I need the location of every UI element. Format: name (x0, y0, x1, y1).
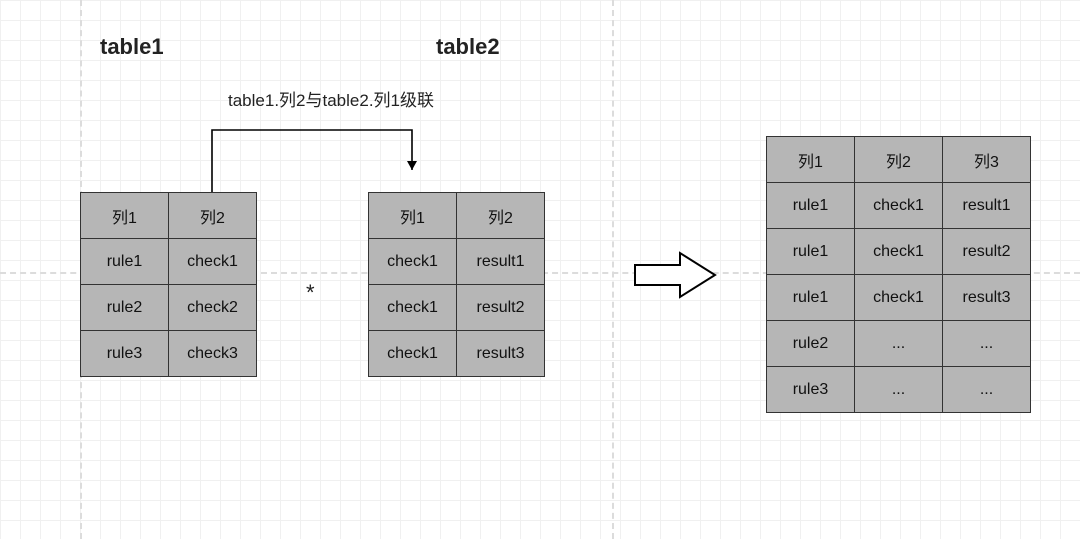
table-cell: result1 (943, 183, 1031, 229)
table-cell: check1 (855, 183, 943, 229)
result-table: 列1列2列3 rule1check1result1 rule1check1resul… (766, 136, 1031, 413)
table-header-cell: 列1 (767, 137, 855, 183)
table-cell: rule3 (81, 331, 169, 377)
table-header-cell: 列2 (457, 193, 545, 239)
table-header-cell: 列2 (855, 137, 943, 183)
table-header-cell: 列3 (943, 137, 1031, 183)
table-header-cell: 列2 (169, 193, 257, 239)
table1: 列1列2rule1check1rule2check2rule3check3 (80, 192, 257, 377)
table-cell: ... (943, 367, 1031, 413)
table-cell: check1 (855, 275, 943, 321)
table-cell: check2 (169, 285, 257, 331)
table-cell: result3 (457, 331, 545, 377)
table-cell: rule1 (767, 229, 855, 275)
table-cell: result3 (943, 275, 1031, 321)
table-cell: ... (943, 321, 1031, 367)
table-cell: rule2 (767, 321, 855, 367)
result-arrow-icon (630, 250, 720, 300)
table-header-cell: 列1 (369, 193, 457, 239)
table-header-cell: 列1 (81, 193, 169, 239)
table-cell: check1 (855, 229, 943, 275)
table-cell: check1 (369, 285, 457, 331)
table-cell: result2 (943, 229, 1031, 275)
table-cell: check1 (369, 331, 457, 377)
table-cell: rule1 (767, 275, 855, 321)
table2: 列1列2check1result1check1result2check1resu… (368, 192, 545, 377)
table-cell: rule2 (81, 285, 169, 331)
table-cell: rule1 (81, 239, 169, 285)
table-cell: ... (855, 367, 943, 413)
cross-operator: * (306, 280, 315, 306)
table-cell: check1 (169, 239, 257, 285)
table-cell: result2 (457, 285, 545, 331)
table-cell: check1 (369, 239, 457, 285)
table-cell: rule3 (767, 367, 855, 413)
table-cell: check3 (169, 331, 257, 377)
table-cell: ... (855, 321, 943, 367)
table-cell: result1 (457, 239, 545, 285)
table-cell: rule1 (767, 183, 855, 229)
